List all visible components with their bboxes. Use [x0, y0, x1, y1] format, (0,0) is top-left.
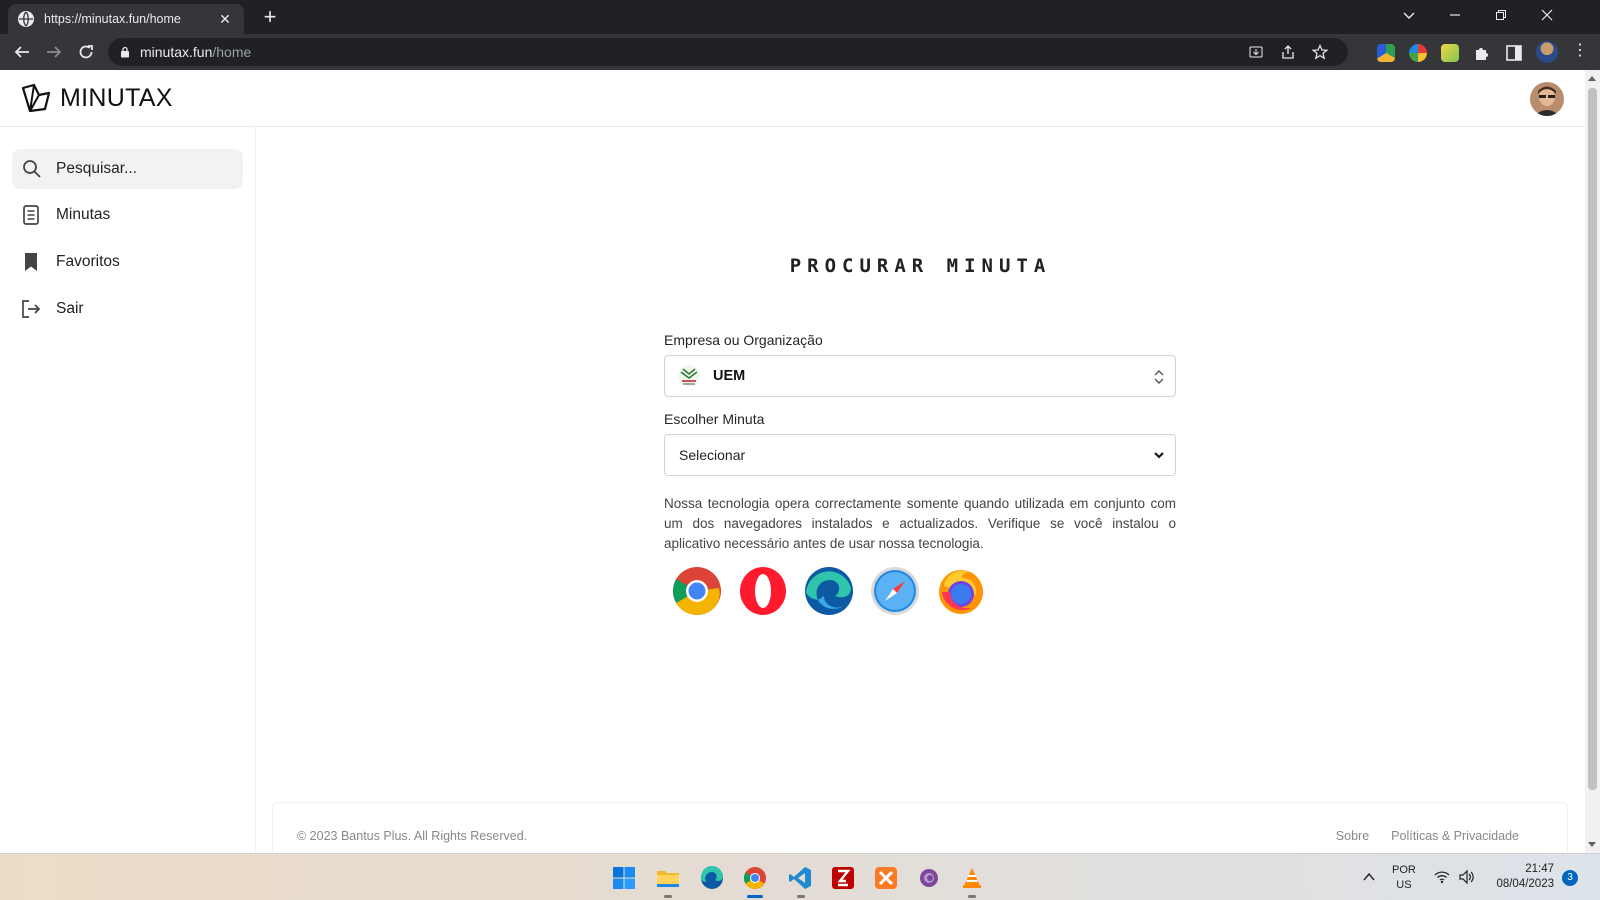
- running-indicator: [797, 895, 805, 898]
- page-scrollbar[interactable]: [1585, 70, 1600, 853]
- minuta-selected-value: Selecionar: [679, 447, 746, 463]
- notification-badge[interactable]: 3: [1562, 870, 1578, 886]
- chevron-up-icon[interactable]: [1362, 870, 1376, 884]
- volume-icon[interactable]: [1458, 869, 1474, 885]
- scroll-up-icon[interactable]: [1588, 76, 1596, 81]
- tab-search-icon[interactable]: [1386, 0, 1432, 30]
- brand-name: MINUTAX: [60, 83, 173, 112]
- side-panel-icon[interactable]: [1505, 44, 1523, 62]
- main-content: PROCURAR MINUTA Empresa ou Organização U…: [256, 127, 1585, 853]
- firefox-icon[interactable]: [936, 566, 986, 616]
- org-label: Empresa ou Organização: [664, 332, 823, 348]
- system-clock[interactable]: 21:47 08/04/2023: [1488, 862, 1554, 892]
- page-footer: © 2023 Bantus Plus. All Rights Reserved.…: [272, 802, 1568, 853]
- sidebar-item-minutas[interactable]: Minutas: [20, 202, 110, 228]
- os-taskbar: POR US 21:47 08/04/2023 3: [0, 853, 1600, 900]
- opera-icon[interactable]: [738, 566, 788, 616]
- org-selected-value: UEM: [713, 368, 746, 384]
- chrome-taskbar-icon[interactable]: [741, 864, 769, 892]
- keyboard-language[interactable]: POR US: [1392, 863, 1416, 893]
- address-bar[interactable]: minutax.fun/home: [108, 38, 1348, 66]
- image-extension-icon[interactable]: [1441, 44, 1459, 62]
- extension-icon[interactable]: [1377, 44, 1395, 62]
- running-indicator: [664, 895, 672, 898]
- sidebar-item-favoritos[interactable]: Favoritos: [20, 249, 120, 275]
- select-updown-icon: [1154, 370, 1164, 384]
- sidebar: Pesquisar... Minutas Favoritos Sair: [0, 127, 256, 853]
- file-explorer-icon[interactable]: [654, 864, 682, 892]
- browser-menu-icon[interactable]: ⋮: [1572, 43, 1588, 59]
- restore-icon[interactable]: [1478, 0, 1524, 30]
- extensions-puzzle-icon[interactable]: [1473, 44, 1491, 62]
- footer-link-privacidade[interactable]: Políticas & Privacidade: [1391, 829, 1519, 843]
- url-text: minutax.fun/home: [140, 44, 252, 60]
- brand[interactable]: MINUTAX: [20, 82, 173, 114]
- supported-browsers: [664, 566, 1176, 616]
- browser-profile-avatar[interactable]: [1536, 41, 1558, 63]
- minimize-icon[interactable]: [1432, 0, 1478, 30]
- sidebar-item-sair[interactable]: Sair: [20, 296, 84, 322]
- tab-close-icon[interactable]: ✕: [216, 11, 234, 28]
- tor-browser-icon[interactable]: [915, 864, 943, 892]
- color-picker-extension-icon[interactable]: [1409, 44, 1427, 62]
- search-placeholder: Pesquisar...: [56, 160, 137, 177]
- app-header: MINUTAX: [0, 70, 1585, 127]
- bookmark-icon: [25, 253, 37, 271]
- minuta-label: Escolher Minuta: [664, 411, 765, 427]
- sidebar-item-label: Minutas: [56, 206, 111, 223]
- wifi-icon[interactable]: [1434, 869, 1450, 885]
- sidebar-item-label: Favoritos: [56, 253, 120, 270]
- close-window-icon[interactable]: [1524, 0, 1570, 30]
- page-title: PROCURAR MINUTA: [789, 255, 1052, 277]
- windows-start-icon[interactable]: [610, 864, 638, 892]
- footer-link-sobre[interactable]: Sobre: [1336, 829, 1369, 843]
- vscode-icon[interactable]: [786, 864, 814, 892]
- org-select[interactable]: UEM: [664, 355, 1176, 397]
- browser-tab-bar: https://minutax.fun/home ✕ +: [0, 0, 1600, 34]
- document-icon: [23, 205, 39, 225]
- forward-icon[interactable]: [42, 40, 66, 64]
- web-page: MINUTAX Pesquisar... Minutas Favoritos S…: [0, 70, 1585, 853]
- edge-taskbar-icon[interactable]: [698, 864, 726, 892]
- scroll-down-icon[interactable]: [1588, 842, 1596, 847]
- back-icon[interactable]: [10, 40, 34, 64]
- uem-logo-icon: [678, 365, 700, 387]
- active-indicator: [747, 895, 763, 898]
- new-tab-button[interactable]: +: [258, 4, 282, 30]
- user-avatar[interactable]: [1530, 82, 1564, 116]
- xampp-icon[interactable]: [872, 864, 900, 892]
- browser-tab[interactable]: https://minutax.fun/home ✕: [8, 4, 244, 34]
- minuta-select[interactable]: Selecionar: [664, 434, 1176, 476]
- scroll-thumb[interactable]: [1588, 88, 1597, 790]
- tab-title: https://minutax.fun/home: [44, 12, 181, 26]
- chrome-icon[interactable]: [672, 566, 722, 616]
- install-icon[interactable]: [1248, 44, 1264, 60]
- chevron-down-icon: [1154, 452, 1164, 459]
- globe-icon: [18, 11, 34, 27]
- bookmark-star-icon[interactable]: [1312, 44, 1328, 60]
- logout-icon: [22, 300, 41, 318]
- filezilla-icon[interactable]: [829, 864, 857, 892]
- share-icon[interactable]: [1280, 44, 1296, 60]
- vlc-icon[interactable]: [958, 864, 986, 892]
- minutax-logo-icon: [21, 83, 51, 113]
- edge-icon[interactable]: [804, 566, 854, 616]
- search-form: Empresa ou Organização UEM Escolher Minu…: [664, 332, 1176, 616]
- browser-toolbar: minutax.fun/home: [0, 34, 1600, 70]
- reload-icon[interactable]: [74, 40, 98, 64]
- safari-icon[interactable]: [870, 566, 920, 616]
- search-icon: [23, 160, 41, 178]
- browser-notice: Nossa tecnologia opera correctamente som…: [664, 496, 1176, 551]
- sidebar-item-label: Sair: [56, 300, 84, 317]
- footer-copyright: © 2023 Bantus Plus. All Rights Reserved.: [297, 829, 528, 843]
- lock-icon: [121, 46, 129, 58]
- running-indicator: [968, 895, 976, 898]
- search-input[interactable]: Pesquisar...: [12, 149, 243, 189]
- footer-links: Sobre Políticas & Privacidade: [1336, 829, 1519, 843]
